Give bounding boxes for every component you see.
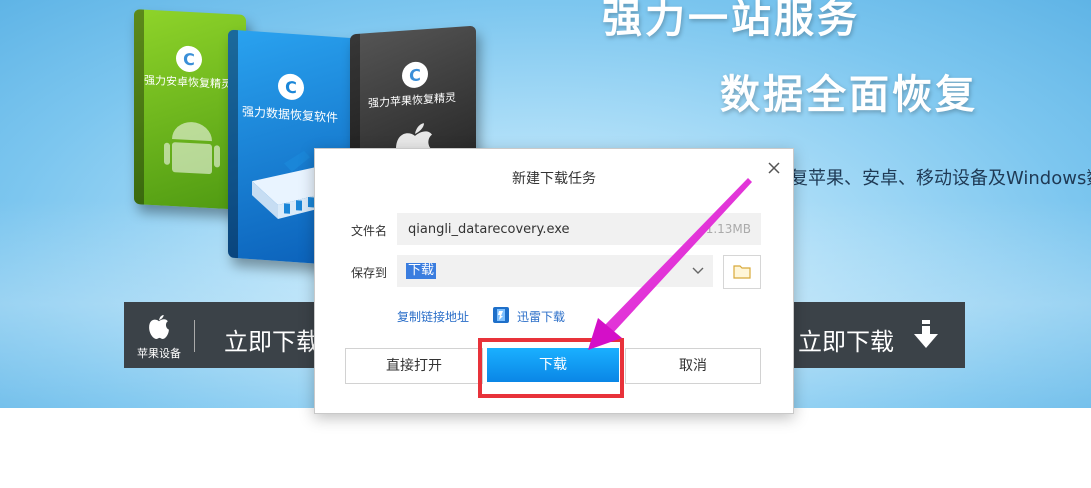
annotation-arrow-icon [588,178,752,350]
